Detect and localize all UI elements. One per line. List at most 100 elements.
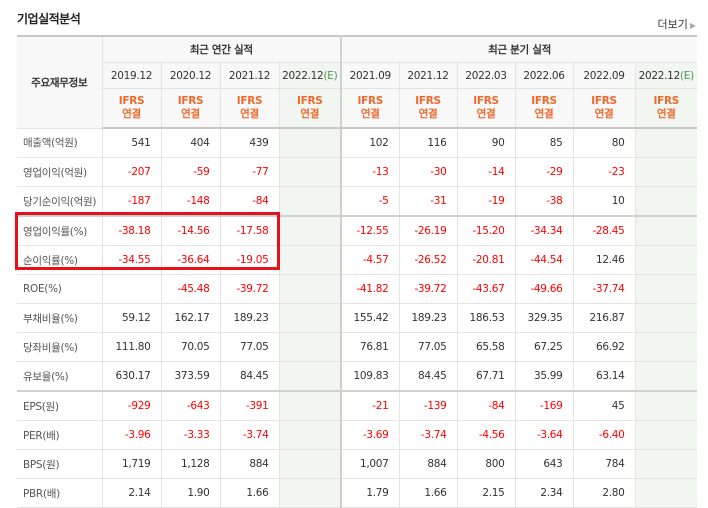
value-cell: -13 <box>340 157 400 187</box>
standard-header: IFRS 연결 <box>634 88 698 129</box>
period-label: 2022.03 <box>465 69 507 82</box>
value-cell: -6.40 <box>572 420 636 450</box>
consolidated-label: 연결 <box>240 108 259 120</box>
value-cell: 70.05 <box>160 332 221 362</box>
value-cell: -77 <box>219 157 280 187</box>
value-cell: 800 <box>456 449 516 479</box>
value-cell: -20.81 <box>456 245 516 275</box>
value-cell: 541 <box>101 127 162 158</box>
more-label: 더보기 <box>657 18 688 31</box>
period-label: 2021.12 <box>407 69 449 82</box>
table-row: 영업이익(억원) -207 -59 -77 -13 -30 -14 -29 -23 <box>17 157 698 187</box>
table-row: 부채비율(%) 59.12 162.17 189.23 155.42 189.23 186.… <box>17 303 698 333</box>
consolidated-label: 연결 <box>300 108 320 120</box>
period-label: 2022.12 <box>638 69 681 82</box>
value-cell: -15.20 <box>456 215 516 246</box>
period-label: 2022.06 <box>523 69 565 82</box>
consolidated-label: 연결 <box>594 108 614 120</box>
value-cell: -31 <box>398 186 458 217</box>
period-header: 2022.12(E) <box>278 62 342 89</box>
period-header: 2021.09 <box>340 62 400 89</box>
value-cell: 111.80 <box>101 332 162 362</box>
row-label: 유보율(%) <box>17 361 103 392</box>
value-cell: 63.14 <box>572 361 636 392</box>
value-cell <box>278 245 342 275</box>
period-header: 2022.03 <box>456 62 516 89</box>
triangle-right-icon: ▶ <box>689 21 696 30</box>
value-cell: 109.83 <box>340 361 400 392</box>
value-cell: 102 <box>340 127 400 158</box>
value-cell: 643 <box>514 449 574 479</box>
period-header: 2019.12 <box>101 62 162 89</box>
value-cell: -39.72 <box>398 274 458 304</box>
ifrs-label: IFRS <box>177 95 204 107</box>
period-label: 2020.12 <box>169 69 212 82</box>
standard-header: IFRS 연결 <box>160 88 221 129</box>
value-cell: -34.55 <box>101 245 162 275</box>
period-label: 2021.12 <box>228 69 271 82</box>
value-cell: 76.81 <box>340 332 400 362</box>
value-cell <box>278 420 342 450</box>
ifrs-label: IFRS <box>118 95 145 107</box>
value-cell <box>278 215 342 246</box>
financial-table: 주요재무정보 최근 연간 실적 최근 분기 실적 2019.12 2020.12 2021… <box>17 35 698 508</box>
value-cell <box>634 478 698 508</box>
consolidated-label: 연결 <box>476 108 496 120</box>
value-cell: 2.14 <box>101 478 162 508</box>
value-cell <box>634 127 698 158</box>
value-cell <box>634 157 698 187</box>
value-cell <box>278 186 342 217</box>
value-cell: 45 <box>572 390 636 421</box>
value-cell: 2.34 <box>514 478 574 508</box>
value-cell <box>634 186 698 217</box>
value-cell <box>278 303 342 333</box>
value-cell: -5 <box>340 186 400 217</box>
value-cell: 77.05 <box>398 332 458 362</box>
table-row: EPS(원) -929 -643 -391 -21 -139 -84 -169 45 <box>17 390 698 421</box>
value-cell: -12.55 <box>340 215 400 246</box>
value-cell: -34.34 <box>514 215 574 246</box>
value-cell: -28.45 <box>572 215 636 246</box>
value-cell: 84.45 <box>398 361 458 392</box>
row-label: BPS(원) <box>17 449 103 479</box>
value-cell <box>634 361 698 392</box>
value-cell: 59.12 <box>101 303 162 333</box>
value-cell: 373.59 <box>160 361 221 392</box>
ifrs-label: IFRS <box>473 95 499 107</box>
value-cell: 189.23 <box>398 303 458 333</box>
standard-header: IFRS 연결 <box>340 88 400 129</box>
value-cell: 1,007 <box>340 449 400 479</box>
value-cell: -21 <box>340 390 400 421</box>
value-cell: -643 <box>160 390 221 421</box>
value-cell: 216.87 <box>572 303 636 333</box>
value-cell: -14 <box>456 157 516 187</box>
value-cell: 162.17 <box>160 303 221 333</box>
value-cell: -148 <box>160 186 221 217</box>
more-link[interactable]: 더보기 ▶ <box>657 16 696 32</box>
value-cell: -26.52 <box>398 245 458 275</box>
row-label: 영업이익률(%) <box>17 215 103 246</box>
consolidated-label: 연결 <box>360 108 380 120</box>
standard-header: IFRS 연결 <box>101 88 162 129</box>
value-cell <box>634 245 698 275</box>
consolidated-label: 연결 <box>656 108 676 120</box>
value-cell <box>101 274 162 304</box>
value-cell: -3.69 <box>340 420 400 450</box>
table-row: ROE(%) -45.48 -39.72 -41.82 -39.72 -43.67 -49.… <box>17 274 698 304</box>
value-cell: 155.42 <box>340 303 400 333</box>
value-cell: 1.66 <box>219 478 280 508</box>
value-cell: 439 <box>219 127 280 158</box>
value-cell: -14.56 <box>160 215 221 246</box>
value-cell: 80 <box>572 127 636 158</box>
value-cell: -4.57 <box>340 245 400 275</box>
value-cell: 1.90 <box>160 478 221 508</box>
row-label: PBR(배) <box>17 478 103 508</box>
value-cell: -38 <box>514 186 574 217</box>
value-cell <box>278 157 342 187</box>
value-cell: 12.46 <box>572 245 636 275</box>
row-label: PER(배) <box>17 420 103 450</box>
standard-header: IFRS 연결 <box>514 88 574 129</box>
annual-group-header: 최근 연간 실적 <box>101 35 342 63</box>
value-cell: 884 <box>219 449 280 479</box>
standard-header: IFRS 연결 <box>572 88 636 129</box>
